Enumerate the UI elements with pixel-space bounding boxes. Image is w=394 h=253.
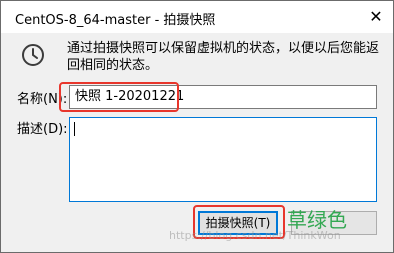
clock-icon <box>22 44 44 66</box>
description-label: 描述(D): <box>17 122 68 137</box>
description-text: 通过拍摄快照可以保留虚拟机的状态，以便以后您能返回相同的状态。 <box>67 41 380 73</box>
title-bar: CentOS-8_64-master - 拍摄快照 ✕ <box>1 1 393 33</box>
name-highlight-box <box>59 82 179 112</box>
close-icon: ✕ <box>369 7 383 26</box>
snapshot-dialog: CentOS-8_64-master - 拍摄快照 ✕ 通过拍摄快照可以保留虚拟… <box>0 0 394 253</box>
close-button[interactable]: ✕ <box>359 1 393 32</box>
watermark-text: https://blog.csdn.net/ThinkWon <box>169 229 341 242</box>
description-field[interactable] <box>69 117 377 202</box>
text-caret <box>74 122 75 136</box>
window-title: CentOS-8_64-master - 拍摄快照 <box>15 13 216 28</box>
